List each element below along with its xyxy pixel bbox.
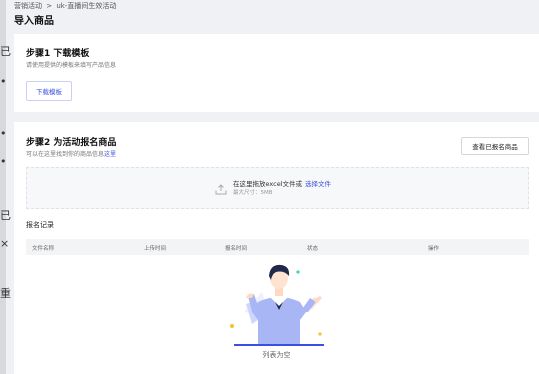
column-status: 状态 [307, 246, 319, 252]
column-upload-time: 上传时间 [144, 246, 167, 252]
choose-file-link[interactable]: 选择文件 [305, 180, 331, 188]
breadcrumb: 营销活动 > uk-直播间生效活动 [14, 1, 118, 11]
breadcrumb-item-current: uk-直播间生效活动 [56, 2, 117, 10]
view-registered-button[interactable]: 查看已报名商品 [461, 137, 529, 155]
edge-glyph: • [0, 75, 7, 88]
step1-card: 步骤1 下载模板 请使用提供的模板来填写产品信息 下载模板 [14, 34, 539, 112]
breadcrumb-separator: > [46, 2, 53, 10]
upload-prompt-text: 在这里拖放excel文件或 [233, 180, 302, 188]
step1-desc: 请使用提供的模板来填写产品信息 [26, 62, 117, 69]
column-file-name: 文件名称 [32, 246, 55, 252]
edge-glyph: 重 [0, 287, 11, 300]
records-table-header: 文件名称 上传时间 报名时间 状态 操作 [26, 239, 529, 255]
step2-card: 步骤2 为活动报名商品 可以在这里找到你的商品信息这里 查看已报名商品 在这里拖… [14, 122, 539, 374]
empty-state-illustration [224, 262, 334, 352]
page-title: 导入商品 [14, 16, 54, 27]
edge-glyph: × [0, 237, 10, 250]
upload-size-limit: 最大尺寸：5MB [233, 190, 273, 196]
records-title: 报名记录 [26, 221, 54, 229]
step1-title: 步骤1 下载模板 [26, 49, 90, 59]
edge-glyph: 已 [0, 45, 11, 58]
breadcrumb-item-marketing[interactable]: 营销活动 [14, 2, 42, 10]
edge-glyph: • [0, 155, 7, 168]
upload-dropzone[interactable]: 在这里拖放excel文件或 选择文件 最大尺寸：5MB [26, 167, 529, 209]
column-actions: 操作 [428, 246, 440, 252]
download-template-button[interactable]: 下载模板 [26, 81, 72, 101]
step2-title: 步骤2 为活动报名商品 [26, 138, 117, 148]
step2-desc-text: 可以在这里找到你的商品信息 [26, 151, 105, 158]
edge-glyph: 已 [0, 209, 11, 222]
column-register-time: 报名时间 [225, 246, 248, 252]
step2-desc-link[interactable]: 这里 [104, 151, 116, 158]
empty-list-text: 列表为空 [262, 351, 291, 359]
upload-prompt: 在这里拖放excel文件或 选择文件 [233, 178, 331, 188]
upload-icon [215, 180, 227, 199]
edge-glyph: • [0, 127, 7, 140]
step2-desc: 可以在这里找到你的商品信息这里 [26, 149, 116, 158]
